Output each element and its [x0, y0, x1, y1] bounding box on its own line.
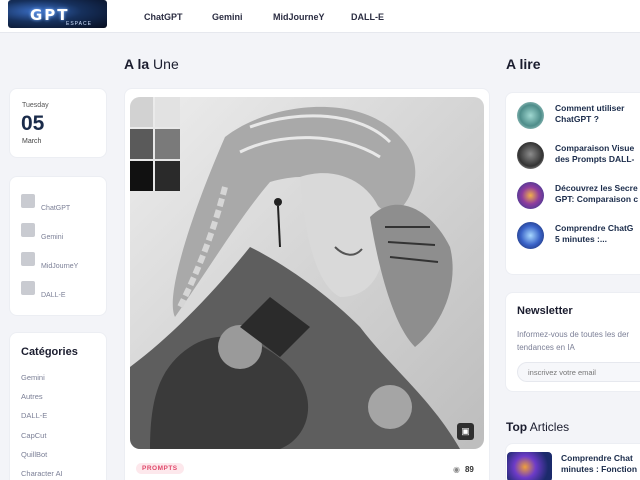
date-card: Tuesday 05 March: [9, 88, 107, 158]
sidebar-link-label: MidJourneY: [41, 263, 79, 270]
gemini-icon: [21, 223, 35, 237]
camera-icon[interactable]: ▣: [457, 423, 474, 440]
midjourney-icon: [21, 252, 35, 266]
newsletter-email-input[interactable]: [517, 362, 640, 382]
eye-icon: ◉: [453, 465, 460, 474]
featured-image[interactable]: [130, 97, 484, 449]
nav-item-dalle[interactable]: DALL-E: [351, 12, 384, 22]
category-item-dalle[interactable]: DALL-E: [21, 411, 47, 420]
category-item-autres[interactable]: Autres: [21, 392, 43, 401]
nav-item-midjourney[interactable]: MidJourneY: [273, 12, 325, 22]
category-item-quillbot[interactable]: QuillBot: [21, 450, 47, 459]
read-item-title: Découvrez les Secre GPT: Comparaison c: [555, 183, 639, 204]
top-articles-rest: Articles: [527, 420, 570, 434]
chatgpt-icon: [21, 194, 35, 208]
top-articles-title: Top Articles: [506, 420, 569, 434]
top-article-thumbnail[interactable]: [507, 452, 552, 480]
nav-item-chatgpt[interactable]: ChatGPT: [144, 12, 183, 22]
sidebar-links-card: ChatGPT Gemini MidJourneY DALL-E: [9, 176, 107, 316]
sidebar-link-chatgpt[interactable]: ChatGPT: [21, 194, 70, 212]
top-articles-bold: Top: [506, 420, 528, 434]
date-day-number: 05: [21, 112, 45, 135]
read-item-thumbnail: [517, 182, 544, 209]
read-item-1[interactable]: Comment utiliser ChatGPT ?: [517, 102, 640, 136]
read-item-thumbnail: [517, 142, 544, 169]
headline-title: A la Une: [124, 56, 179, 72]
read-item-title: Comparaison Visue des Prompts DALL-: [555, 143, 635, 164]
sidebar-link-midjourney[interactable]: MidJourneY: [21, 252, 78, 270]
date-month: March: [22, 138, 42, 145]
sidebar-link-label: ChatGPT: [41, 205, 71, 212]
view-count-value: 89: [464, 465, 474, 474]
logo-subtext: ESPACE: [66, 21, 92, 27]
nav-item-gemini[interactable]: Gemini: [212, 12, 243, 22]
view-count: ◉ 89: [453, 465, 474, 474]
newsletter-description: Informez-vous de toutes les der tendances…: [517, 330, 630, 352]
read-item-thumbnail: [517, 102, 544, 129]
read-item-title: Comprendre ChatG 5 minutes :...: [555, 223, 634, 244]
read-section-title: A lire: [506, 56, 541, 72]
read-title-text: A lire: [506, 56, 541, 72]
sidebar-link-label: DALL-E: [41, 292, 66, 299]
headline-bold: A la: [124, 56, 150, 72]
site-logo[interactable]: GPT ESPACE: [8, 0, 107, 28]
dalle-icon: [21, 281, 35, 295]
headline-rest: Une: [149, 56, 179, 72]
read-item-thumbnail: [517, 222, 544, 249]
read-item-3[interactable]: Découvrez les Secre GPT: Comparaison c: [517, 182, 640, 216]
category-item-capcut[interactable]: CapCut: [21, 431, 46, 440]
read-item-4[interactable]: Comprendre ChatG 5 minutes :...: [517, 222, 640, 256]
read-item-title: Comment utiliser ChatGPT ?: [555, 103, 625, 124]
logo-text: GPT: [30, 6, 70, 24]
top-navbar: GPT ESPACE ChatGPT Gemini MidJourneY DAL…: [0, 0, 640, 33]
newsletter-title: Newsletter: [517, 305, 573, 317]
date-weekday: Tuesday: [22, 102, 49, 109]
categories-title: Catégories: [21, 346, 78, 358]
featured-artwork: [130, 97, 460, 449]
read-item-2[interactable]: Comparaison Visue des Prompts DALL-: [517, 142, 640, 176]
top-article-title[interactable]: Comprendre Chat minutes : Fonction: [561, 453, 637, 475]
category-badge[interactable]: PROMPTS: [136, 463, 184, 474]
categories-card: Catégories Gemini Autres DALL-E CapCut Q…: [9, 332, 107, 480]
sidebar-link-gemini[interactable]: Gemini: [21, 223, 63, 241]
sidebar-link-dalle[interactable]: DALL-E: [21, 281, 66, 299]
sidebar-link-label: Gemini: [41, 234, 64, 241]
category-item-character-ai[interactable]: Character AI: [21, 469, 63, 478]
category-item-gemini[interactable]: Gemini: [21, 373, 45, 382]
